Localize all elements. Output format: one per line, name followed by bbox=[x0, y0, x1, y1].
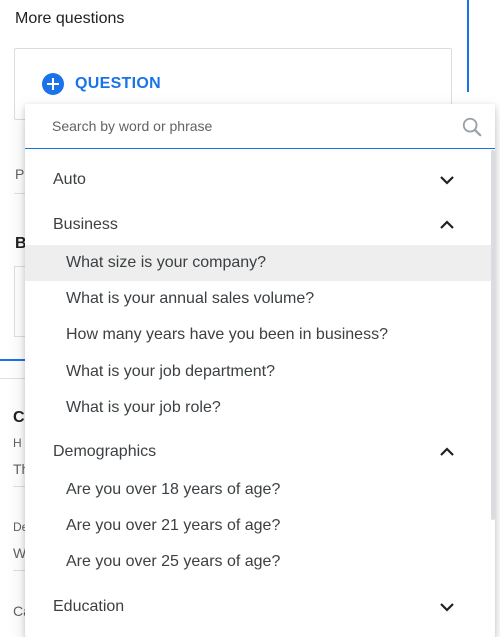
question-item[interactable]: Are you over 18 years of age? bbox=[25, 472, 491, 508]
search-icon[interactable] bbox=[461, 116, 483, 138]
category-education[interactable]: Education bbox=[25, 589, 495, 625]
category-label: Business bbox=[53, 216, 118, 233]
question-label: Are you over 21 years of age? bbox=[66, 517, 281, 534]
question-item[interactable]: Are you over 25 years of age? bbox=[25, 544, 491, 580]
divider bbox=[14, 193, 25, 194]
chevron-up-icon bbox=[440, 447, 454, 456]
question-label: What is your job department? bbox=[66, 363, 275, 380]
field-underline bbox=[13, 570, 25, 571]
peek-text-p: P bbox=[15, 166, 25, 182]
question-item[interactable]: What is your annual sales volume? bbox=[25, 281, 491, 317]
scrollbar-thumb[interactable] bbox=[491, 150, 495, 520]
chevron-up-icon bbox=[440, 220, 454, 229]
category-label: Demographics bbox=[53, 443, 157, 460]
question-label: What is your annual sales volume? bbox=[66, 290, 315, 307]
peek-heading-c: C bbox=[13, 409, 25, 426]
chevron-down-icon bbox=[440, 176, 454, 185]
question-label: Are you over 18 years of age? bbox=[66, 481, 281, 498]
question-item[interactable]: Are you over 21 years of age? bbox=[25, 508, 491, 544]
category-business[interactable]: Business bbox=[25, 207, 495, 243]
tab-underline bbox=[0, 359, 25, 361]
question-label: What size is your company? bbox=[66, 254, 267, 271]
peek-label-h: H bbox=[13, 436, 22, 450]
card-border-left bbox=[14, 266, 15, 336]
question-picker-dropdown: Auto Business What size is your company?… bbox=[25, 104, 495, 637]
card-border-top bbox=[14, 266, 25, 267]
field-underline bbox=[13, 486, 25, 487]
category-auto[interactable]: Auto bbox=[25, 162, 495, 198]
panel-focus-border bbox=[467, 0, 469, 92]
question-item[interactable]: How many years have you been in business… bbox=[25, 317, 491, 353]
category-demographics[interactable]: Demographics bbox=[25, 434, 495, 470]
question-item[interactable]: What size is your company? bbox=[25, 245, 491, 281]
chevron-down-icon bbox=[440, 603, 454, 612]
search-bar bbox=[25, 104, 495, 149]
card-border-bottom bbox=[14, 336, 25, 337]
search-input[interactable] bbox=[52, 114, 442, 138]
section-title: More questions bbox=[15, 10, 125, 27]
category-label: Auto bbox=[53, 171, 86, 188]
add-question-label: QUESTION bbox=[75, 75, 161, 92]
category-label: Education bbox=[53, 598, 125, 615]
plus-circle-icon bbox=[42, 73, 64, 95]
question-label: What is your job role? bbox=[66, 399, 221, 416]
add-question-button[interactable]: QUESTION bbox=[42, 73, 161, 95]
question-item[interactable]: What is your job role? bbox=[25, 390, 491, 426]
question-label: How many years have you been in business… bbox=[66, 326, 388, 343]
question-label: Are you over 25 years of age? bbox=[66, 553, 281, 570]
question-item[interactable]: What is your job department? bbox=[25, 354, 491, 390]
divider bbox=[0, 378, 25, 379]
